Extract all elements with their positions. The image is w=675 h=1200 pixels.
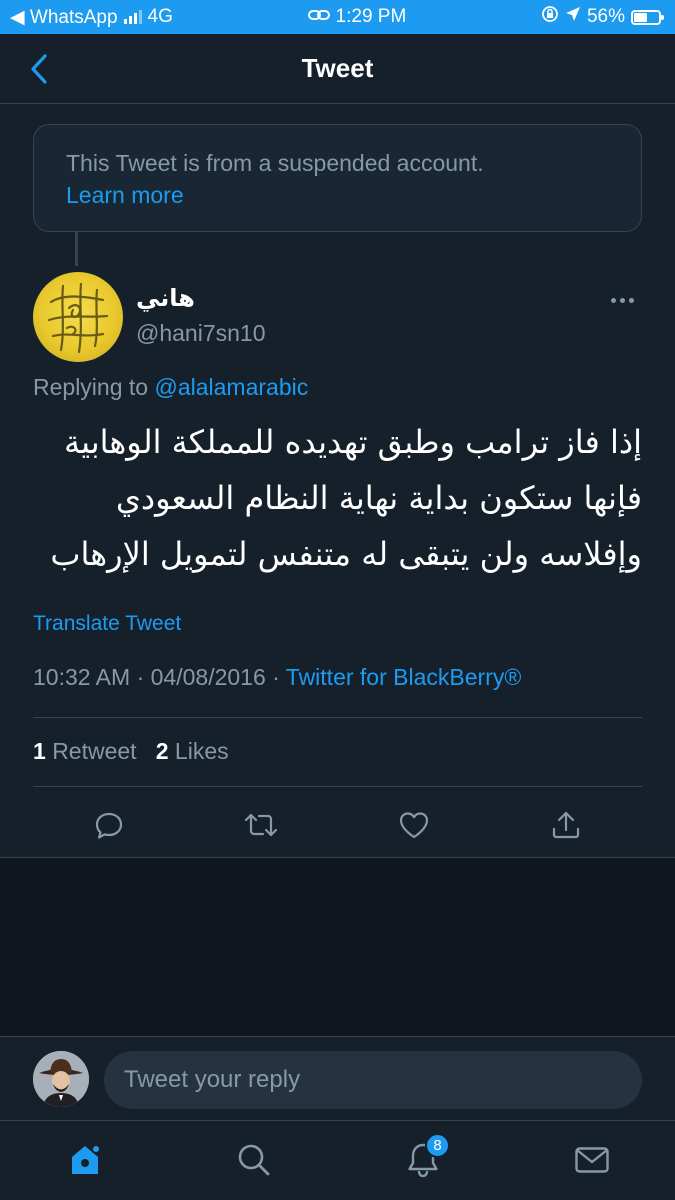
tab-search[interactable] (229, 1135, 279, 1185)
thread-connector-line (75, 232, 78, 266)
orientation-lock-icon (541, 5, 559, 29)
tweet-text: إذا فاز ترامب وطبق تهديده للمملكة الوهاب… (33, 414, 642, 582)
network-type: 4G (147, 6, 173, 27)
back-to-app-label[interactable]: ◀ WhatsApp (10, 6, 118, 29)
chevron-left-icon (31, 54, 47, 84)
heart-icon (399, 812, 428, 839)
meta-separator: · (272, 664, 286, 690)
location-icon (565, 6, 581, 28)
divider (33, 717, 642, 718)
status-bar: ◀ WhatsApp 4G 1:29 PM 56% (0, 0, 675, 34)
current-user-avatar[interactable] (33, 1051, 89, 1107)
tweet-metadata: 10:32 AM · 04/08/2016 · Twitter for Blac… (33, 664, 521, 691)
tweet-text-line: وإفلاسه ولن يتبقى له متنفس لتمويل الإرها… (50, 535, 642, 573)
author-avatar[interactable] (33, 272, 123, 362)
home-icon (72, 1144, 101, 1174)
cowboy-avatar-artwork (33, 1051, 89, 1107)
like-count: 2 (155, 738, 169, 764)
tab-notifications[interactable]: 8 (398, 1133, 450, 1185)
retweet-icon (245, 813, 278, 837)
more-options-button[interactable] (604, 288, 640, 312)
replying-to-mention[interactable]: @alalamarabic (154, 374, 308, 400)
status-time: 1:29 PM (335, 6, 407, 27)
author-name[interactable]: هاني (136, 284, 195, 313)
share-button[interactable] (541, 800, 591, 850)
signal-icon (123, 10, 142, 24)
reply-button[interactable] (84, 800, 134, 850)
suspended-account-notice: This Tweet is from a suspended account. … (33, 124, 642, 232)
tab-home[interactable] (60, 1135, 110, 1185)
learn-more-link[interactable]: Learn more (66, 179, 609, 211)
notifications-badge: 8 (425, 1133, 450, 1158)
bottom-tab-bar: 8 (0, 1120, 675, 1200)
mail-icon (575, 1147, 609, 1173)
replying-to-label: Replying to (33, 374, 149, 400)
divider (33, 786, 642, 787)
tweet-date[interactable]: 04/08/2016 (151, 664, 266, 690)
page-title: Tweet (301, 53, 374, 83)
more-dots-icon (610, 297, 616, 303)
retweet-count: 1 (33, 738, 46, 764)
reply-icon (96, 812, 123, 839)
reply-input[interactable] (104, 1051, 642, 1109)
tab-messages[interactable] (567, 1135, 617, 1185)
search-icon (238, 1144, 270, 1176)
tweet-text-line: فإنها ستكون بداية نهاية النظام السعودي (115, 479, 642, 517)
notice-text: This Tweet is from a suspended account. (66, 150, 484, 176)
tweet-source-link[interactable]: Twitter for BlackBerry® (286, 664, 522, 690)
reply-composer-bar (0, 1036, 675, 1120)
meta-separator: · (136, 664, 151, 690)
link-icon (307, 6, 330, 28)
author-handle[interactable]: @hani7sn10 (136, 320, 266, 347)
avatar-artwork (47, 282, 109, 354)
retweet-label: Retweet (52, 738, 137, 764)
retweet-button[interactable] (236, 800, 286, 850)
replying-to-line: Replying to @alalamarabic (33, 374, 308, 401)
tweet-time[interactable]: 10:32 AM (33, 664, 130, 690)
tweet-action-bar (33, 800, 642, 850)
like-button[interactable] (389, 800, 439, 850)
tweet-text-line: إذا فاز ترامب وطبق تهديده للمملكة الوهاب… (63, 423, 642, 461)
likes-stat[interactable]: 2 Likes (156, 738, 229, 764)
like-label: Likes (174, 738, 229, 764)
battery-percent: 56% (586, 6, 625, 27)
retweets-stat[interactable]: 1 Retweet (33, 738, 137, 764)
empty-replies-area (0, 858, 675, 1036)
share-icon (552, 811, 579, 839)
back-button[interactable] (22, 52, 56, 86)
battery-icon (630, 9, 664, 25)
engagement-stats: 1 Retweet 2 Likes (33, 738, 229, 765)
translate-tweet-link[interactable]: Translate Tweet (33, 612, 181, 636)
top-navigation-bar: Tweet (0, 34, 675, 104)
